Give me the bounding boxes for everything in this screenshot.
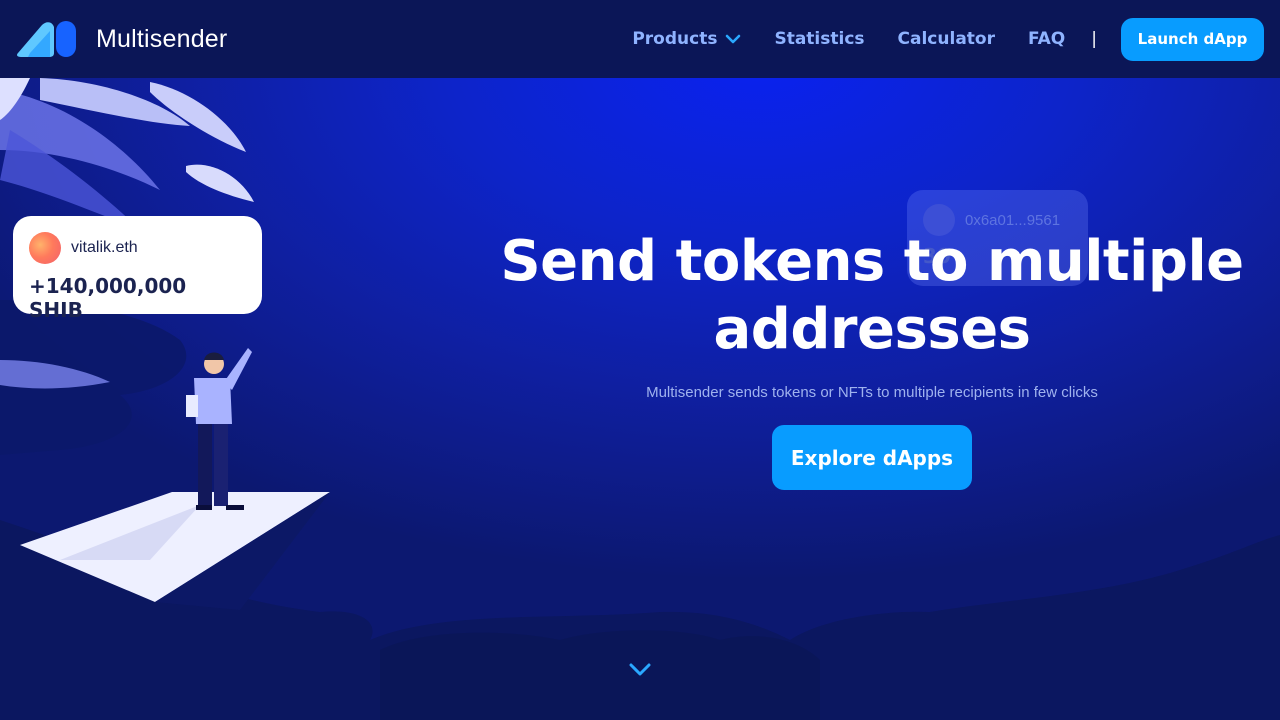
hero-title: Send tokens to multiple addresses — [500, 229, 1244, 362]
explore-dapps-button[interactable]: Explore dApps — [772, 425, 972, 490]
chevron-down-icon — [726, 34, 741, 44]
nav-products[interactable]: Products — [632, 29, 741, 49]
nav-products-label: Products — [632, 29, 718, 49]
recipient-name: vitalik.eth — [71, 239, 138, 256]
transfer-amount: +140,000,000 SHIB — [29, 274, 187, 322]
logo-text: Multisender — [96, 24, 228, 53]
hero-subtitle: Multisender sends tokens or NFTs to mult… — [646, 384, 1098, 401]
nav-separator: | — [1091, 29, 1097, 49]
hero-section: Send tokens to multiple addresses Multis… — [472, 228, 1272, 490]
site-header: Multisender Products Statistics Calculat… — [0, 0, 1280, 78]
launch-dapp-button[interactable]: Launch dApp — [1121, 17, 1264, 61]
avatar — [29, 232, 61, 264]
main-nav: Products Statistics Calculator FAQ | Lau… — [632, 17, 1264, 61]
logo-icon — [17, 21, 76, 57]
scroll-down-icon[interactable] — [628, 660, 652, 680]
nav-statistics[interactable]: Statistics — [774, 29, 864, 49]
nav-faq[interactable]: FAQ — [1028, 29, 1065, 49]
logo[interactable]: Multisender — [16, 19, 227, 59]
nav-calculator[interactable]: Calculator — [898, 29, 995, 49]
ghost-card-address: 0x6a01...9561 — [965, 211, 1061, 229]
transaction-card: vitalik.eth +140,000,000 SHIB — [13, 216, 262, 322]
